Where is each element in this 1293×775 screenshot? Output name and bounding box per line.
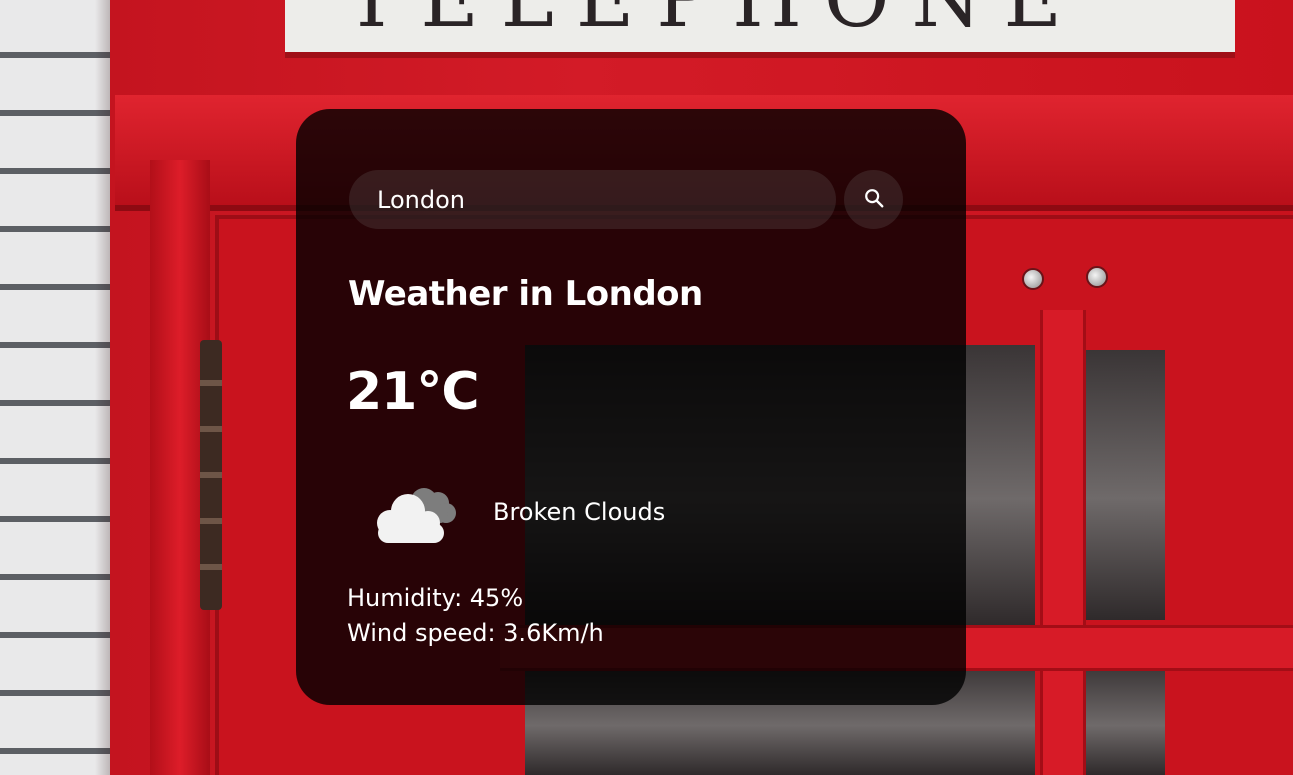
background-photo: TELEPHONE Weather in London 21°C — [0, 0, 1293, 775]
bolt — [1086, 266, 1108, 288]
telephone-sign: TELEPHONE — [285, 0, 1235, 58]
telephone-sign-text: TELEPHONE — [345, 0, 1084, 45]
temperature: 21°C — [346, 362, 480, 422]
city-title: Weather in London — [348, 274, 703, 314]
search-icon — [863, 187, 885, 212]
search-button[interactable] — [844, 170, 903, 229]
broken-clouds-icon — [366, 481, 466, 551]
humidity-text: Humidity: 45% — [347, 584, 524, 612]
weather-description: Broken Clouds — [493, 498, 666, 526]
wind-speed-text: Wind speed: 3.6Km/h — [347, 619, 604, 647]
bolt — [1022, 268, 1044, 290]
search-input[interactable] — [349, 170, 836, 229]
weather-card: Weather in London 21°C Br — [296, 109, 966, 705]
door-hinge — [200, 340, 222, 610]
